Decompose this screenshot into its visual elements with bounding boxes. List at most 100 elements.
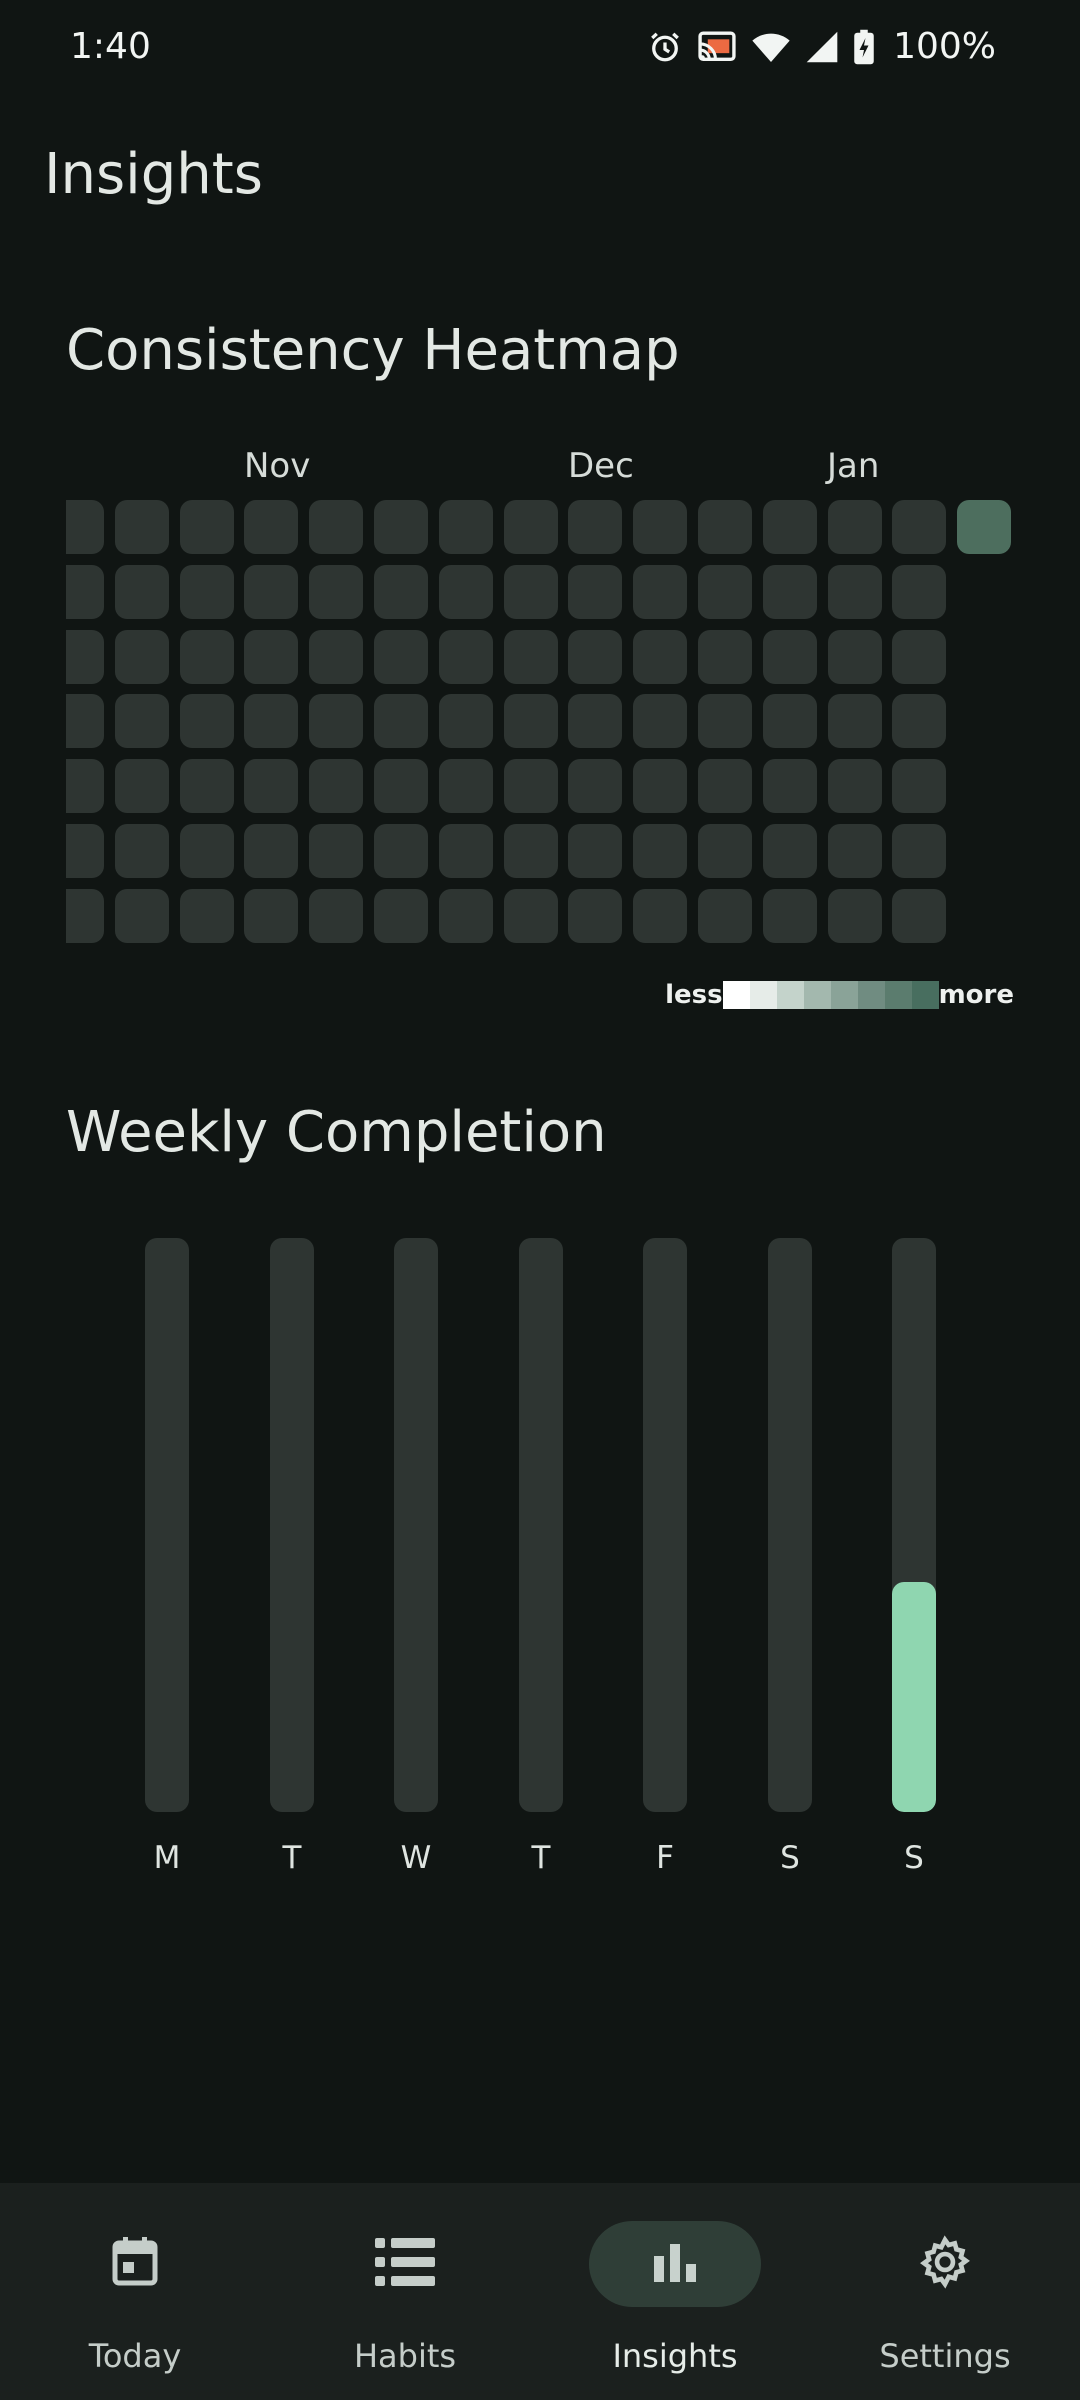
status-icons: 100%: [647, 26, 996, 67]
nav-label-settings: Settings: [879, 2337, 1011, 2375]
heatmap-cell: [374, 824, 428, 878]
status-time: 1:40: [70, 26, 151, 67]
heatmap-cell: [179, 759, 234, 814]
heatmap-cell: [698, 824, 752, 878]
battery-percentage: 100%: [893, 26, 996, 67]
day-label: W: [400, 1840, 432, 1876]
gear-icon: [917, 2234, 973, 2294]
heatmap-cell: [892, 500, 947, 554]
cast-icon: [697, 29, 737, 65]
heatmap-cell: [66, 629, 104, 684]
heatmap-cell: [374, 694, 428, 749]
bar-track: [892, 1238, 936, 1812]
heatmap-cell: [892, 824, 947, 878]
heatmap-cell: [892, 694, 947, 749]
legend-swatch: [776, 981, 804, 1009]
heatmap-cell: [244, 694, 299, 749]
heatmap-cell: [503, 500, 558, 554]
heatmap-cell: [374, 888, 428, 943]
heatmap-cell: [244, 629, 299, 684]
heatmap-cell: [568, 759, 623, 814]
weekly-completion-title: Weekly Completion: [66, 1100, 607, 1165]
heatmap-cell: [244, 759, 299, 814]
heatmap-cell: [503, 888, 558, 943]
heatmap-cell: [892, 888, 947, 943]
heatmap-cell: [438, 564, 493, 619]
heatmap-legend: less more: [665, 978, 1014, 1012]
heatmap-cell: [309, 759, 364, 814]
bar-track: [519, 1238, 563, 1812]
heatmap-cell: [114, 564, 169, 619]
day-label: T: [531, 1840, 551, 1876]
heatmap-cell: [244, 500, 299, 554]
nav-item-today[interactable]: Today: [0, 2183, 270, 2400]
nav-label-insights: Insights: [612, 2337, 738, 2375]
day-label: M: [153, 1840, 181, 1876]
heatmap-cell: [633, 888, 688, 943]
day-label: S: [780, 1840, 800, 1876]
battery-charging-icon: [853, 29, 875, 65]
heatmap-cell: [568, 629, 623, 684]
heatmap-cell: [762, 888, 817, 943]
day-label: F: [656, 1840, 674, 1876]
heatmap-cell: [762, 694, 817, 749]
legend-less-label: less: [665, 980, 723, 1010]
heatmap-cell: [762, 564, 817, 619]
heatmap-cell: [66, 500, 104, 554]
heatmap-cell: [244, 824, 299, 878]
heatmap-cell: [698, 759, 752, 814]
heatmap-cell: [568, 500, 623, 554]
heatmap-cell: [568, 824, 623, 878]
legend-swatch: [803, 981, 831, 1009]
bar-fill: [892, 1582, 936, 1812]
heatmap-cell: [244, 888, 299, 943]
nav-item-habits[interactable]: Habits: [270, 2183, 540, 2400]
heatmap-cell: [633, 694, 688, 749]
bar-track: [643, 1238, 687, 1812]
bar-track: [394, 1238, 438, 1812]
heatmap-cell: [892, 564, 947, 619]
heatmap-cell: [568, 564, 623, 619]
heatmap-cell: [66, 759, 104, 814]
heatmap-cell: [438, 759, 493, 814]
bar-chart-icon: [652, 2242, 698, 2286]
heatmap-cell: [309, 888, 364, 943]
heatmap-cell: [762, 629, 817, 684]
heatmap-cell: [633, 500, 688, 554]
heatmap-cell: [66, 564, 104, 619]
heatmap-cell: [503, 824, 558, 878]
heatmap-cell: [309, 500, 364, 554]
alarm-icon: [647, 29, 683, 65]
heatmap-cell: [762, 824, 817, 878]
heatmap-cell: [179, 564, 234, 619]
heatmap-cell: [827, 888, 882, 943]
heatmap-cell: [827, 759, 882, 814]
heatmap-cell: [698, 564, 752, 619]
heatmap-cell: [892, 759, 947, 814]
heatmap-cell: [374, 500, 428, 554]
heatmap-cell: [438, 629, 493, 684]
heatmap-cell: [827, 564, 882, 619]
month-label-nov: Nov: [244, 446, 311, 486]
heatmap-cell: [503, 759, 558, 814]
heatmap-cell: [374, 629, 428, 684]
legend-swatch: [830, 981, 858, 1009]
legend-swatches: [722, 981, 939, 1009]
status-bar: 1:40 100%: [0, 0, 1080, 100]
nav-item-settings[interactable]: Settings: [810, 2183, 1080, 2400]
legend-swatch: [911, 981, 939, 1009]
heatmap-cell: [568, 888, 623, 943]
page-title: Insights: [44, 142, 263, 207]
heatmap-cell: [179, 629, 234, 684]
calendar-icon: [110, 2235, 160, 2293]
heatmap-cell: [309, 694, 364, 749]
heatmap-cell: [374, 564, 428, 619]
nav-item-insights[interactable]: Insights: [540, 2183, 810, 2400]
heatmap-cell: [374, 759, 428, 814]
day-label: S: [904, 1840, 924, 1876]
heatmap-cell: [114, 500, 169, 554]
heatmap-cell: [438, 500, 493, 554]
heatmap-cell: [66, 888, 104, 943]
heatmap-cell: [179, 888, 234, 943]
heatmap-cell: [698, 629, 752, 684]
